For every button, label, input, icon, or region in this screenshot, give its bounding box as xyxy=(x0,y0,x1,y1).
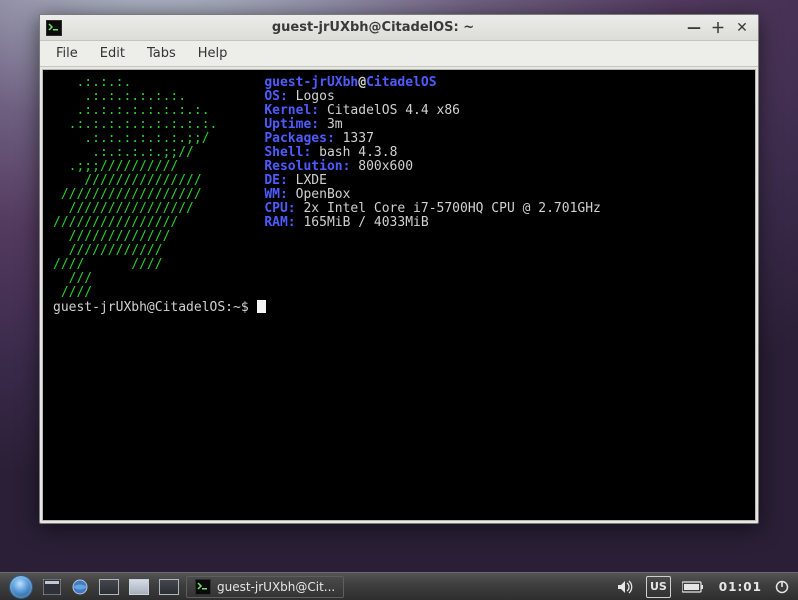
system-tray: US 01:01 xyxy=(614,576,792,598)
window-title: guest-jrUXbh@CitadelOS: ~ xyxy=(68,20,678,35)
file-manager-launcher[interactable] xyxy=(40,576,64,598)
volume-icon[interactable] xyxy=(614,576,638,598)
start-menu-button[interactable] xyxy=(6,576,36,598)
show-desktop-button[interactable] xyxy=(96,576,122,598)
close-button[interactable]: ✕ xyxy=(732,18,752,38)
menu-edit[interactable]: Edit xyxy=(90,43,135,64)
workspace-2-button[interactable] xyxy=(156,576,182,598)
titlebar[interactable]: guest-jrUXbh@CitadelOS: ~ — ＋ ✕ xyxy=(40,15,758,41)
taskbar-task-label: guest-jrUXbh@Cit... xyxy=(217,580,335,594)
browser-launcher[interactable] xyxy=(68,576,92,598)
menubar: File Edit Tabs Help xyxy=(40,41,758,67)
keyboard-layout-indicator[interactable]: US xyxy=(646,576,671,598)
taskbar: guest-jrUXbh@Cit... US 01:01 xyxy=(0,572,798,600)
minimize-button[interactable]: — xyxy=(684,18,704,38)
taskbar-task-terminal[interactable]: guest-jrUXbh@Cit... xyxy=(186,576,344,598)
maximize-button[interactable]: ＋ xyxy=(708,18,728,38)
terminal-icon xyxy=(195,579,211,595)
window-controls: — ＋ ✕ xyxy=(684,18,752,38)
menu-help[interactable]: Help xyxy=(188,43,238,64)
terminal-content: .:.:.:. guest-jrUXbh@CitadelOS .:.:.:.:.… xyxy=(53,76,745,315)
menu-file[interactable]: File xyxy=(46,43,88,64)
battery-icon[interactable] xyxy=(679,576,707,598)
terminal-icon xyxy=(46,20,62,36)
menu-tabs[interactable]: Tabs xyxy=(137,43,186,64)
logout-icon[interactable] xyxy=(772,576,792,598)
terminal-area[interactable]: .:.:.:. guest-jrUXbh@CitadelOS .:.:.:.:.… xyxy=(42,69,756,521)
terminal-window: guest-jrUXbh@CitadelOS: ~ — ＋ ✕ File Edi… xyxy=(39,14,759,524)
clock[interactable]: 01:01 xyxy=(719,580,762,594)
workspace-1-button[interactable] xyxy=(126,576,152,598)
